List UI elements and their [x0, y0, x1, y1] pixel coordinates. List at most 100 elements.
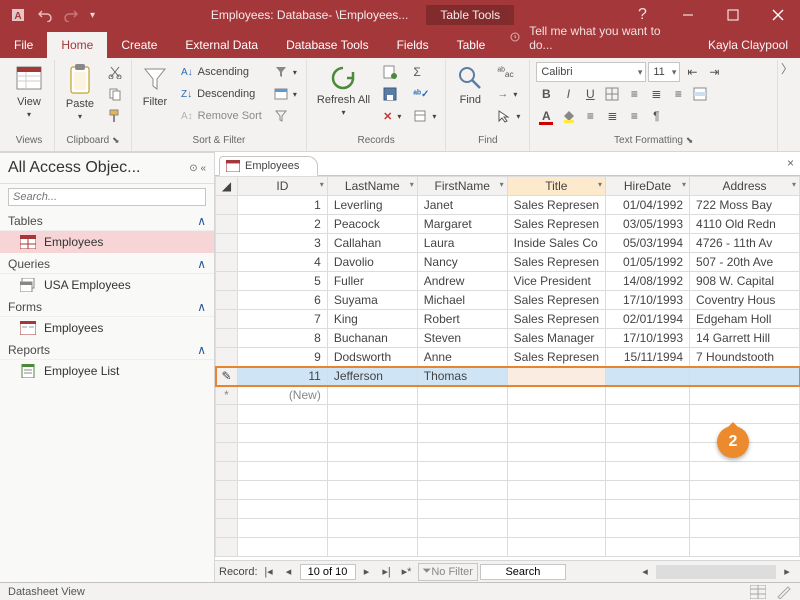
save-record-button[interactable] [380, 84, 404, 104]
align-center2-button[interactable]: ≣ [602, 106, 622, 126]
format-painter-button[interactable] [105, 106, 125, 126]
record-position-input[interactable] [300, 564, 356, 580]
design-view-icon[interactable] [776, 585, 792, 599]
tab-table[interactable]: Table [443, 32, 500, 58]
table-row[interactable]: 1LeverlingJanet Sales Represen01/04/1992… [216, 196, 800, 215]
paste-button[interactable]: Paste▾ [61, 62, 99, 123]
gridlines-button[interactable] [602, 84, 622, 104]
maximize-button[interactable] [710, 0, 755, 30]
table-row[interactable]: 8BuchananSteven Sales Manager17/10/19931… [216, 329, 800, 348]
advanced-filter-button[interactable]: ▾ [271, 84, 300, 104]
refresh-all-button[interactable]: Refresh All▾ [313, 62, 374, 119]
align-left2-button[interactable]: ≡ [580, 106, 600, 126]
tab-database-tools[interactable]: Database Tools [272, 32, 383, 58]
more-records-button[interactable]: ▾ [410, 106, 439, 126]
table-row[interactable]: 4DavolioNancy Sales Represen01/05/199250… [216, 253, 800, 272]
fill-color-button[interactable] [558, 106, 578, 126]
nav-item-employees-table[interactable]: Employees [0, 231, 214, 253]
table-row[interactable]: 6SuyamaMichael Sales Represen17/10/1993C… [216, 291, 800, 310]
tab-create[interactable]: Create [107, 32, 171, 58]
nav-section-tables[interactable]: Tables∧ [0, 210, 214, 231]
italic-button[interactable]: I [558, 84, 578, 104]
align-right2-button[interactable]: ≡ [624, 106, 644, 126]
table-row[interactable]: ✎ 11JeffersonThomas [216, 367, 800, 386]
qat-dropdown-icon[interactable]: ▾ [90, 10, 95, 21]
nav-dropdown-icon[interactable]: ⊙ « [189, 163, 206, 174]
indent-decrease-icon[interactable]: ⇤ [682, 62, 702, 82]
alt-row-color-button[interactable] [690, 84, 710, 104]
align-right-button[interactable]: ≡ [668, 84, 688, 104]
font-size-combo[interactable]: 11 [648, 62, 680, 82]
copy-button[interactable] [105, 84, 125, 104]
underline-button[interactable]: U [580, 84, 600, 104]
last-record-button[interactable]: ▸| [378, 563, 396, 581]
new-record-nav-button[interactable]: ▸* [398, 563, 416, 581]
datasheet-grid[interactable]: ◢ ID▾ LastName▾ FirstName▾ Title▾ HireDa… [215, 176, 800, 557]
rtl-button[interactable]: ¶ [646, 106, 666, 126]
table-row[interactable]: 5FullerAndrew Vice President14/08/199290… [216, 272, 800, 291]
redo-icon[interactable] [64, 8, 78, 22]
goto-button[interactable]: →▾ [494, 84, 523, 104]
table-row[interactable]: 7KingRobert Sales Represen02/01/1994Edge… [216, 310, 800, 329]
next-record-button[interactable]: ▸ [358, 563, 376, 581]
column-address[interactable]: Address▾ [690, 177, 800, 196]
record-search-input[interactable] [480, 564, 566, 580]
close-button[interactable] [755, 0, 800, 30]
toggle-filter-button[interactable] [271, 106, 300, 126]
replace-button[interactable]: ᵃᵇac [494, 62, 523, 82]
select-all-cell[interactable]: ◢ [216, 177, 238, 196]
nav-section-forms[interactable]: Forms∧ [0, 296, 214, 317]
new-record-row[interactable]: *(New) [216, 386, 800, 405]
remove-sort-button[interactable]: A↕Remove Sort [178, 106, 265, 126]
table-row[interactable]: 3CallahanLaura Inside Sales Co05/03/1994… [216, 234, 800, 253]
close-tab-icon[interactable]: × [787, 156, 794, 170]
table-row[interactable]: 2PeacockMargaret Sales Represen03/05/199… [216, 215, 800, 234]
first-record-button[interactable]: |◂ [260, 563, 278, 581]
totals-button[interactable]: Σ [410, 62, 439, 82]
tab-file[interactable]: File [0, 32, 47, 58]
undo-icon[interactable] [38, 8, 52, 22]
tab-fields[interactable]: Fields [383, 32, 443, 58]
font-name-combo[interactable]: Calibri [536, 62, 646, 82]
align-center-button[interactable]: ≣ [646, 84, 666, 104]
column-id[interactable]: ID▾ [237, 177, 327, 196]
filter-indicator[interactable]: ⏷ No Filter [418, 563, 478, 581]
view-button[interactable]: View▾ [10, 62, 48, 121]
tell-me-input[interactable]: Tell me what you want to do... [499, 18, 696, 58]
spelling-button[interactable]: ᵃᵇ✓ [410, 84, 439, 104]
sort-ascending-button[interactable]: A↓Ascending [178, 62, 265, 82]
nav-search-input[interactable] [8, 188, 206, 206]
sort-descending-button[interactable]: Z↓Descending [178, 84, 265, 104]
nav-item-employee-list-report[interactable]: Employee List [0, 360, 214, 382]
font-color-button[interactable]: A [536, 106, 556, 126]
prev-record-button[interactable]: ◂ [280, 563, 298, 581]
column-title[interactable]: Title▾ [507, 177, 605, 196]
datasheet-view-icon[interactable] [750, 585, 766, 599]
select-button[interactable]: ▾ [494, 106, 523, 126]
delete-record-button[interactable]: ✕▾ [380, 106, 404, 126]
column-firstname[interactable]: FirstName▾ [417, 177, 507, 196]
column-lastname[interactable]: LastName▾ [327, 177, 417, 196]
hscroll-left[interactable]: ◂ [636, 563, 654, 581]
selection-filter-button[interactable]: ▾ [271, 62, 300, 82]
align-left-button[interactable]: ≡ [624, 84, 644, 104]
tab-home[interactable]: Home [47, 32, 107, 58]
object-tab-employees[interactable]: Employees [219, 156, 318, 176]
column-hiredate[interactable]: HireDate▾ [606, 177, 690, 196]
user-name[interactable]: Kayla Claypool [696, 32, 800, 58]
new-record-button[interactable] [380, 62, 404, 82]
bold-button[interactable]: B [536, 84, 556, 104]
cut-button[interactable] [105, 62, 125, 82]
filter-button[interactable]: Filter [138, 62, 172, 110]
nav-item-usa-employees-query[interactable]: USA Employees [0, 274, 214, 296]
nav-section-reports[interactable]: Reports∧ [0, 339, 214, 360]
nav-item-employees-form[interactable]: Employees [0, 317, 214, 339]
tab-external-data[interactable]: External Data [171, 32, 272, 58]
hscroll-right[interactable]: ▸ [778, 563, 796, 581]
indent-increase-icon[interactable]: ⇥ [704, 62, 724, 82]
table-row[interactable]: 9DodsworthAnne Sales Represen15/11/19947… [216, 348, 800, 367]
hscrollbar[interactable] [656, 565, 776, 579]
nav-section-queries[interactable]: Queries∧ [0, 253, 214, 274]
collapse-ribbon-icon[interactable]: 〉 [778, 60, 796, 151]
find-button[interactable]: Find [452, 62, 488, 108]
